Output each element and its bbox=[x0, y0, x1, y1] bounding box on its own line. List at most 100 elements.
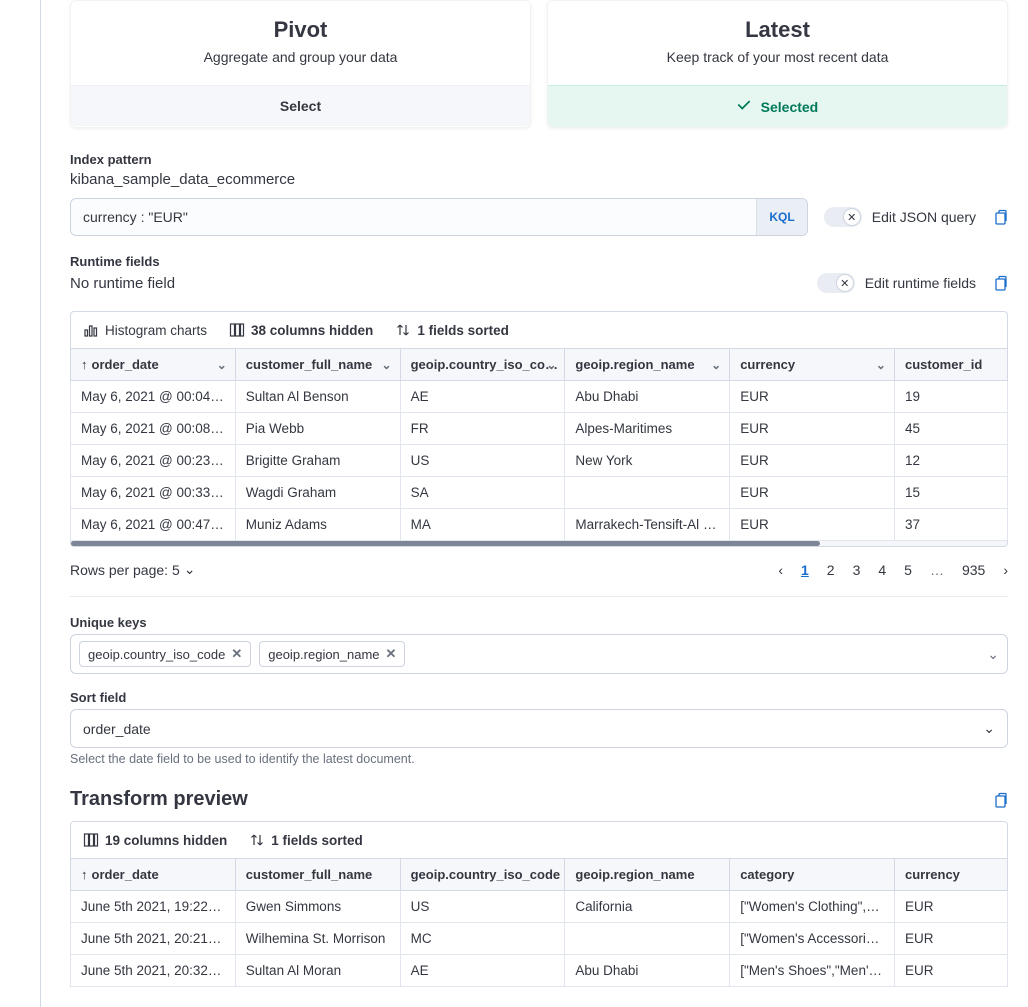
chevron-down-icon[interactable]: ⌄ bbox=[987, 646, 999, 663]
chevron-down-icon[interactable]: ⌄ bbox=[711, 358, 721, 372]
cell: Marrakech-Tensift-Al Hao… bbox=[565, 509, 730, 541]
sort-icon bbox=[395, 322, 411, 338]
preview-table: ↑ order_date customer_full_name geoip.co… bbox=[70, 858, 1008, 987]
col-country[interactable]: geoip.country_iso_co…⌄ bbox=[400, 349, 565, 381]
chevron-down-icon[interactable]: ⌄ bbox=[382, 358, 392, 372]
table-row[interactable]: May 6, 2021 @ 00:08:38…Pia WebbFRAlpes-M… bbox=[71, 413, 1008, 445]
nav-step-indicator-line bbox=[40, 0, 41, 1007]
preview-fields-sorted-button[interactable]: 1 fields sorted bbox=[249, 832, 363, 848]
pivot-select-button[interactable]: Select bbox=[71, 85, 530, 126]
sort-field-label: Sort field bbox=[70, 690, 1008, 705]
query-input[interactable] bbox=[71, 209, 756, 225]
edit-json-label: Edit JSON query bbox=[872, 209, 976, 225]
table-row[interactable]: June 5th 2021, 20:32:38Sultan Al MoranAE… bbox=[71, 955, 1008, 987]
edit-json-toggle[interactable]: ✕ bbox=[824, 207, 862, 227]
pcol-customer-name[interactable]: customer_full_name bbox=[235, 859, 400, 891]
tag-region-name[interactable]: geoip.region_name ✕ bbox=[259, 641, 405, 667]
copy-icon[interactable] bbox=[992, 275, 1008, 291]
sort-icon bbox=[249, 832, 265, 848]
pcol-country[interactable]: geoip.country_iso_code bbox=[400, 859, 565, 891]
cell: May 6, 2021 @ 00:47:31… bbox=[71, 509, 236, 541]
edit-runtime-toggle[interactable]: ✕ bbox=[817, 273, 855, 293]
pivot-title: Pivot bbox=[91, 17, 510, 43]
table-row[interactable]: June 5th 2021, 19:22:05Gwen SimmonsUSCal… bbox=[71, 891, 1008, 923]
table-row[interactable]: May 6, 2021 @ 00:33:07…Wagdi GrahamSAEUR… bbox=[71, 477, 1008, 509]
cell: EUR bbox=[730, 509, 895, 541]
pivot-desc: Aggregate and group your data bbox=[91, 49, 510, 65]
cell: EUR bbox=[730, 413, 895, 445]
cell: FR bbox=[400, 413, 565, 445]
sort-field-value: order_date bbox=[83, 721, 151, 737]
cell: Wilhemina St. Morrison bbox=[235, 923, 400, 955]
columns-hidden-button[interactable]: 38 columns hidden bbox=[229, 322, 373, 338]
cell: EUR bbox=[730, 477, 895, 509]
col-currency[interactable]: currency⌄ bbox=[730, 349, 895, 381]
remove-tag-icon[interactable]: ✕ bbox=[231, 646, 242, 662]
rows-per-page-dropdown[interactable]: Rows per page: 5 ⌄ bbox=[70, 561, 195, 578]
sort-field-select[interactable]: order_date ⌄ bbox=[70, 709, 1008, 748]
pcol-currency[interactable]: currency bbox=[894, 859, 1007, 891]
horizontal-scrollbar[interactable] bbox=[70, 541, 1008, 547]
kql-badge[interactable]: KQL bbox=[756, 199, 806, 235]
unique-keys-combobox[interactable]: geoip.country_iso_code ✕ geoip.region_na… bbox=[70, 634, 1008, 674]
query-input-wrap[interactable]: KQL bbox=[70, 198, 808, 236]
cell: Alpes-Maritimes bbox=[565, 413, 730, 445]
columns-icon bbox=[229, 322, 245, 338]
cell: June 5th 2021, 20:21:07 bbox=[71, 923, 236, 955]
next-page-button[interactable]: › bbox=[1003, 562, 1008, 578]
histogram-charts-button[interactable]: Histogram charts bbox=[83, 322, 207, 338]
table-row[interactable]: May 6, 2021 @ 00:23:02…Brigitte GrahamUS… bbox=[71, 445, 1008, 477]
page-4[interactable]: 4 bbox=[878, 562, 886, 578]
chevron-down-icon[interactable]: ⌄ bbox=[546, 358, 556, 372]
latest-card[interactable]: Latest Keep track of your most recent da… bbox=[547, 0, 1008, 128]
table-row[interactable]: May 6, 2021 @ 00:47:31…Muniz AdamsMAMarr… bbox=[71, 509, 1008, 541]
col-customer-id[interactable]: customer_id bbox=[894, 349, 1007, 381]
col-region[interactable]: geoip.region_name⌄ bbox=[565, 349, 730, 381]
pcol-order-date[interactable]: ↑ order_date bbox=[71, 859, 236, 891]
page-1[interactable]: 1 bbox=[801, 562, 809, 578]
copy-icon[interactable] bbox=[992, 209, 1008, 225]
table-row[interactable]: June 5th 2021, 20:21:07Wilhemina St. Mor… bbox=[71, 923, 1008, 955]
chevron-down-icon[interactable]: ⌄ bbox=[217, 358, 227, 372]
x-icon: ✕ bbox=[836, 274, 854, 292]
cell: US bbox=[400, 445, 565, 477]
copy-icon[interactable] bbox=[992, 792, 1008, 808]
page-3[interactable]: 3 bbox=[853, 562, 861, 578]
chevron-down-icon[interactable]: ⌄ bbox=[876, 358, 886, 372]
cell: MC bbox=[400, 923, 565, 955]
sort-field-help: Select the date field to be used to iden… bbox=[70, 752, 1008, 766]
fields-sorted-button[interactable]: 1 fields sorted bbox=[395, 322, 509, 338]
columns-icon bbox=[83, 832, 99, 848]
cell: EUR bbox=[894, 891, 1007, 923]
cell: AE bbox=[400, 955, 565, 987]
page-last[interactable]: 935 bbox=[962, 562, 985, 578]
cell: May 6, 2021 @ 00:04:19… bbox=[71, 381, 236, 413]
col-customer-name[interactable]: customer_full_name⌄ bbox=[235, 349, 400, 381]
cell: AE bbox=[400, 381, 565, 413]
prev-page-button[interactable]: ‹ bbox=[778, 562, 783, 578]
cell: EUR bbox=[894, 955, 1007, 987]
cell: May 6, 2021 @ 00:33:07… bbox=[71, 477, 236, 509]
table-row[interactable]: May 6, 2021 @ 00:04:19…Sultan Al BensonA… bbox=[71, 381, 1008, 413]
col-order-date[interactable]: ↑ order_date⌄ bbox=[71, 349, 236, 381]
cell: SA bbox=[400, 477, 565, 509]
preview-sorted-label: 1 fields sorted bbox=[271, 833, 363, 848]
pcol-category[interactable]: category bbox=[730, 859, 895, 891]
remove-tag-icon[interactable]: ✕ bbox=[386, 646, 397, 662]
sort-asc-icon: ↑ bbox=[81, 867, 88, 882]
cell: EUR bbox=[730, 381, 895, 413]
cell: Abu Dhabi bbox=[565, 955, 730, 987]
cell: Abu Dhabi bbox=[565, 381, 730, 413]
page-2[interactable]: 2 bbox=[827, 562, 835, 578]
preview-toolbar: 19 columns hidden 1 fields sorted bbox=[70, 821, 1008, 858]
pcol-region[interactable]: geoip.region_name bbox=[565, 859, 730, 891]
tag-country-iso[interactable]: geoip.country_iso_code ✕ bbox=[79, 641, 251, 667]
cell: 19 bbox=[894, 381, 1007, 413]
preview-columns-hidden-button[interactable]: 19 columns hidden bbox=[83, 832, 227, 848]
cell: 45 bbox=[894, 413, 1007, 445]
scrollbar-thumb[interactable] bbox=[71, 541, 820, 546]
latest-selected-indicator[interactable]: Selected bbox=[548, 85, 1007, 127]
page-5[interactable]: 5 bbox=[904, 562, 912, 578]
cell: May 6, 2021 @ 00:23:02… bbox=[71, 445, 236, 477]
pivot-card[interactable]: Pivot Aggregate and group your data Sele… bbox=[70, 0, 531, 128]
